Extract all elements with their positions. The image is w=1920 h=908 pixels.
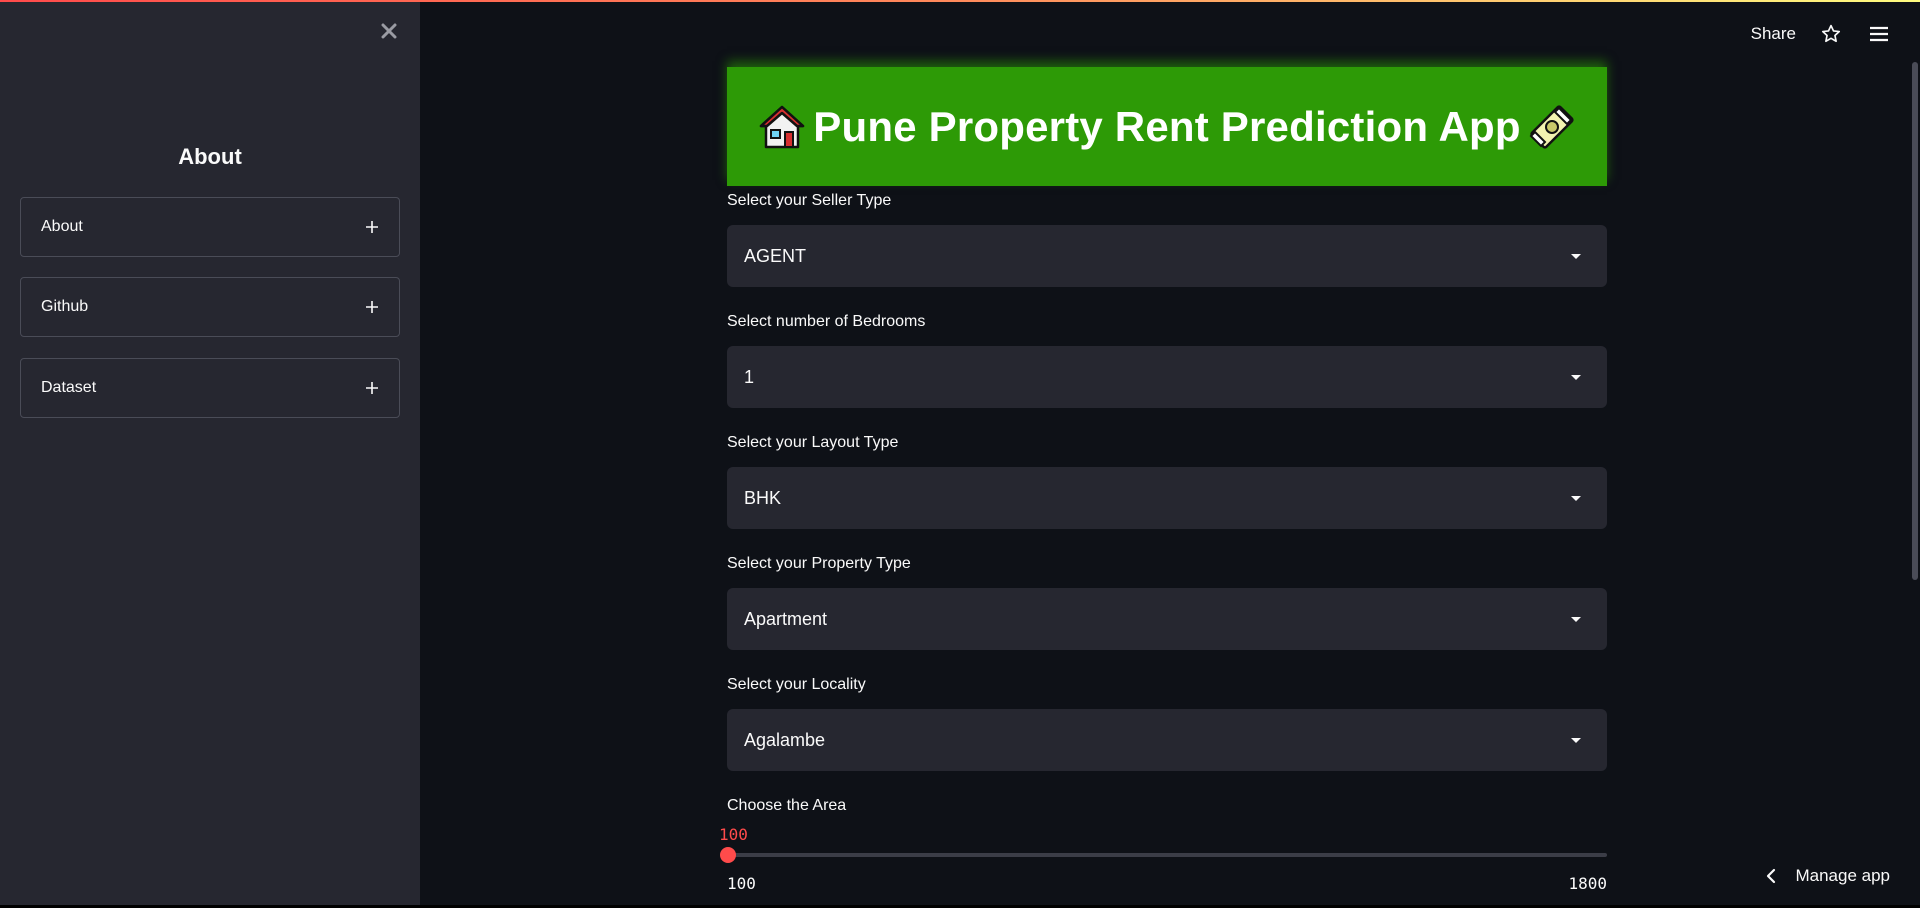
locality-label: Select your Locality <box>727 676 866 693</box>
plus-icon <box>366 301 378 313</box>
expander-label: Github <box>41 298 89 315</box>
bedrooms-select[interactable]: 1 <box>727 346 1607 408</box>
layout-type-select[interactable]: BHK <box>727 467 1607 529</box>
expander-github[interactable]: Github <box>20 277 400 337</box>
expander-label: About <box>41 218 83 235</box>
seller-type-select[interactable]: AGENT <box>727 225 1607 287</box>
header-toolbar: Share <box>1751 0 1920 68</box>
money-icon <box>1529 104 1574 149</box>
seller-type-value: AGENT <box>744 245 807 266</box>
chevron-down-icon <box>1571 374 1581 380</box>
plus-icon <box>366 221 378 233</box>
expander-dataset[interactable]: Dataset <box>20 358 400 418</box>
chevron-left-icon <box>1767 868 1776 884</box>
sidebar: About About Github Dataset <box>0 0 420 905</box>
share-button[interactable]: Share <box>1751 24 1796 44</box>
expander-label: Dataset <box>41 379 97 396</box>
expander-about[interactable]: About <box>20 197 400 257</box>
star-icon <box>1821 24 1841 43</box>
manage-app-button[interactable]: Manage app <box>1765 866 1890 886</box>
area-slider-min: 100 <box>727 874 756 893</box>
favorite-button[interactable] <box>1818 21 1844 47</box>
house-icon <box>760 105 805 148</box>
main-content: Pune Property Rent Prediction App Select… <box>719 0 1607 905</box>
seller-type-label: Select your Seller Type <box>727 192 892 209</box>
area-slider-thumb[interactable] <box>720 847 736 863</box>
bedrooms-value: 1 <box>744 366 755 387</box>
layout-type-value: BHK <box>744 487 782 508</box>
page-title: Pune Property Rent Prediction App <box>813 102 1521 150</box>
area-label: Choose the Area <box>727 797 847 814</box>
close-sidebar-button[interactable] <box>374 16 404 46</box>
chevron-down-icon <box>1571 737 1581 743</box>
app-container: About About Github Dataset Share Pune Pr… <box>0 0 1920 905</box>
locality-value: Agalambe <box>744 729 826 750</box>
main-menu-button[interactable] <box>1866 21 1892 47</box>
scrollbar-thumb[interactable] <box>1912 62 1918 580</box>
close-icon <box>381 23 397 39</box>
plus-icon <box>366 382 378 394</box>
chevron-down-icon <box>1571 616 1581 622</box>
bedrooms-label: Select number of Bedrooms <box>727 313 926 330</box>
title-banner: Pune Property Rent Prediction App <box>727 67 1607 186</box>
property-type-label: Select your Property Type <box>727 555 911 572</box>
top-decoration-bar <box>0 0 1920 2</box>
area-slider-max: 1800 <box>1568 874 1607 893</box>
area-slider-value: 100 <box>719 825 748 844</box>
sidebar-title: About <box>178 144 242 169</box>
area-slider-track[interactable] <box>727 853 1607 857</box>
property-type-value: Apartment <box>744 608 828 629</box>
manage-app-label: Manage app <box>1795 866 1890 885</box>
chevron-down-icon <box>1571 495 1581 501</box>
locality-select[interactable]: Agalambe <box>727 709 1607 771</box>
hamburger-menu-icon <box>1870 26 1888 42</box>
property-type-select[interactable]: Apartment <box>727 588 1607 650</box>
chevron-down-icon <box>1571 253 1581 259</box>
layout-type-label: Select your Layout Type <box>727 434 899 451</box>
